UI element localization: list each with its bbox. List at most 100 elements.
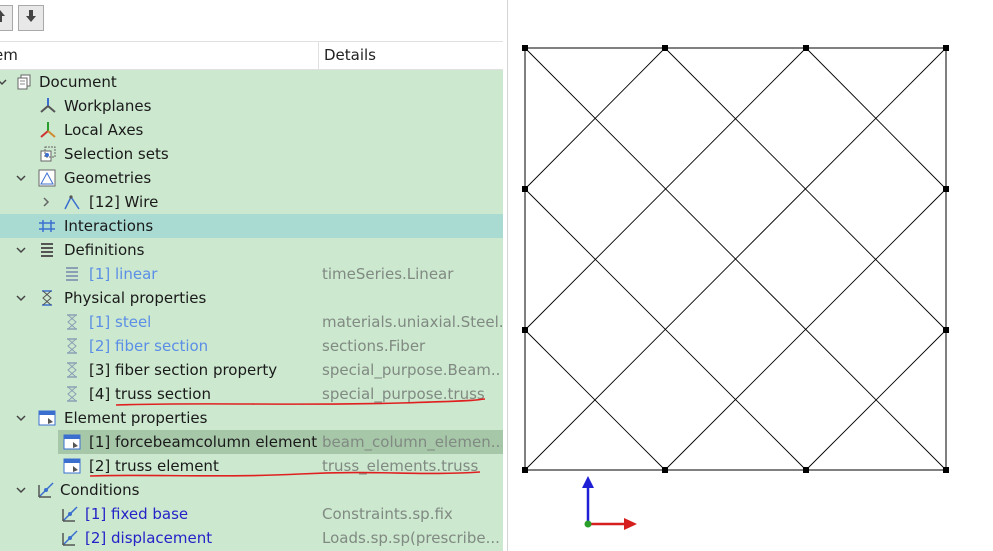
- chevron-down-icon[interactable]: [13, 410, 29, 426]
- truss-model-view[interactable]: [508, 0, 993, 551]
- tree-item-label: [1] linear: [89, 265, 158, 283]
- node: [522, 45, 528, 51]
- tree-item-label: Conditions: [60, 481, 140, 499]
- element-icon: [63, 433, 81, 451]
- chevron-down-icon[interactable]: [13, 242, 29, 258]
- tree-item-detail: sections.Fiber: [322, 337, 426, 355]
- tree-item-detail: Constraints.sp.fix: [322, 505, 453, 523]
- tree-item-label: Geometries: [64, 169, 152, 187]
- tree-item-truss-element[interactable]: [2] truss element truss_elements.truss: [0, 454, 503, 478]
- node: [943, 467, 949, 473]
- section-property-icon: [63, 361, 81, 379]
- tree-item-displacement[interactable]: [2] displacement Loads.sp.sp(prescribe..…: [0, 526, 503, 550]
- node: [662, 467, 668, 473]
- document-icon: [15, 73, 33, 91]
- tree-item-label: [2] truss element: [89, 457, 219, 475]
- tree-item-definitions[interactable]: Definitions: [0, 238, 503, 262]
- tree-item-label: [3] fiber section property: [89, 361, 278, 379]
- chevron-down-icon[interactable]: [13, 482, 29, 498]
- tree-item-forcebeamcolumn[interactable]: [1] forcebeamcolumn element beam_column_…: [0, 430, 503, 454]
- tree-item-label: Interactions: [64, 217, 154, 235]
- tree-item-workplanes[interactable]: Workplanes: [0, 94, 503, 118]
- tree-item-linear[interactable]: [1] linear timeSeries.Linear: [0, 262, 503, 286]
- truss-diagonals: [524, 47, 947, 471]
- column-header-details[interactable]: Details: [324, 42, 376, 69]
- tree-item-element-properties[interactable]: Element properties: [0, 406, 503, 430]
- section-property-icon: [63, 385, 81, 403]
- node: [943, 327, 949, 333]
- tree-item-label: [1] forcebeamcolumn element: [89, 433, 318, 451]
- tree-item-geometries[interactable]: Geometries: [0, 166, 503, 190]
- tree-item-detail: special_purpose.truss: [322, 385, 485, 403]
- tree-item-label: [2] displacement: [85, 529, 213, 547]
- node: [522, 467, 528, 473]
- column-separator[interactable]: [318, 42, 319, 69]
- chevron-down-icon[interactable]: [0, 74, 10, 90]
- chevron-right-icon[interactable]: [38, 194, 54, 210]
- column-header-item[interactable]: em: [0, 42, 18, 69]
- material-icon: [63, 313, 81, 331]
- interactions-icon: [38, 217, 56, 235]
- tree-item-detail: truss_elements.truss: [322, 457, 479, 475]
- local-axes-icon: [39, 121, 57, 139]
- x-axis-arrowhead: [624, 518, 637, 530]
- node: [803, 467, 809, 473]
- node: [522, 327, 528, 333]
- tree-item-steel[interactable]: [1] steel materials.uniaxial.Steel...: [0, 310, 503, 334]
- conditions-icon: [37, 481, 55, 499]
- tree-item-label: [12] Wire: [89, 193, 159, 211]
- tree-item-detail: Loads.sp.sp(prescribe...: [322, 529, 500, 547]
- node: [662, 45, 668, 51]
- model-viewport[interactable]: [508, 0, 993, 551]
- constraint-icon: [61, 505, 79, 523]
- node: [943, 45, 949, 51]
- physical-properties-icon: [38, 289, 56, 307]
- tree-item-detail: special_purpose.Beam...: [322, 361, 502, 379]
- load-icon: [61, 529, 79, 547]
- definitions-icon: [38, 241, 56, 259]
- tree-item-label: Definitions: [64, 241, 145, 259]
- tree-item-label: Selection sets: [64, 145, 169, 163]
- geometries-icon: [38, 169, 56, 187]
- tree-item-label: Document: [39, 73, 117, 91]
- workplanes-icon: [39, 97, 57, 115]
- tree-item-interactions[interactable]: Interactions: [0, 214, 503, 238]
- chevron-down-icon[interactable]: [13, 290, 29, 306]
- selection-sets-icon: [39, 145, 57, 163]
- tree-item-selection-sets[interactable]: Selection sets: [0, 142, 503, 166]
- tree-item-detail: materials.uniaxial.Steel...: [322, 313, 502, 331]
- axis-origin: [584, 520, 592, 528]
- tree-item-label: Workplanes: [64, 97, 152, 115]
- axis-triad-icon: [582, 476, 637, 530]
- model-tree-panel: em Details Document Workplanes: [0, 0, 507, 551]
- tree-item-label: Element properties: [64, 409, 208, 427]
- move-up-button[interactable]: [0, 5, 13, 31]
- tree-item-label: [4] truss section: [89, 385, 211, 403]
- tree-item-detail: timeSeries.Linear: [322, 265, 454, 283]
- element-properties-icon: [38, 409, 56, 427]
- tree-item-fiber-section-property[interactable]: [3] fiber section property special_purpo…: [0, 358, 503, 382]
- tree-item-label: [1] fixed base: [85, 505, 189, 523]
- list-icon: [63, 265, 81, 283]
- chevron-down-icon[interactable]: [13, 170, 29, 186]
- tree-item-label: [1] steel: [89, 313, 152, 331]
- tree-item-truss-section[interactable]: [4] truss section special_purpose.truss: [0, 382, 503, 406]
- tree-item-label: Local Axes: [64, 121, 144, 139]
- tree-item-fiber-section[interactable]: [2] fiber section sections.Fiber: [0, 334, 503, 358]
- wire-icon: [63, 193, 81, 211]
- tree-item-label: Physical properties: [64, 289, 207, 307]
- element-icon: [63, 457, 81, 475]
- section-icon: [63, 337, 81, 355]
- move-down-button[interactable]: [18, 5, 44, 31]
- tree-item-fixed-base[interactable]: [1] fixed base Constraints.sp.fix: [0, 502, 503, 526]
- node: [522, 186, 528, 192]
- tree-item-wire[interactable]: [12] Wire: [0, 190, 503, 214]
- tree-item-document[interactable]: Document: [0, 70, 503, 94]
- arrow-up-icon: [0, 8, 8, 28]
- tree-item-conditions[interactable]: Conditions: [0, 478, 503, 502]
- arrow-down-icon: [23, 8, 39, 28]
- y-axis-arrowhead: [582, 476, 594, 488]
- tree-item-local-axes[interactable]: Local Axes: [0, 118, 503, 142]
- tree-item-physical-properties[interactable]: Physical properties: [0, 286, 503, 310]
- tree-item-label: [2] fiber section: [89, 337, 209, 355]
